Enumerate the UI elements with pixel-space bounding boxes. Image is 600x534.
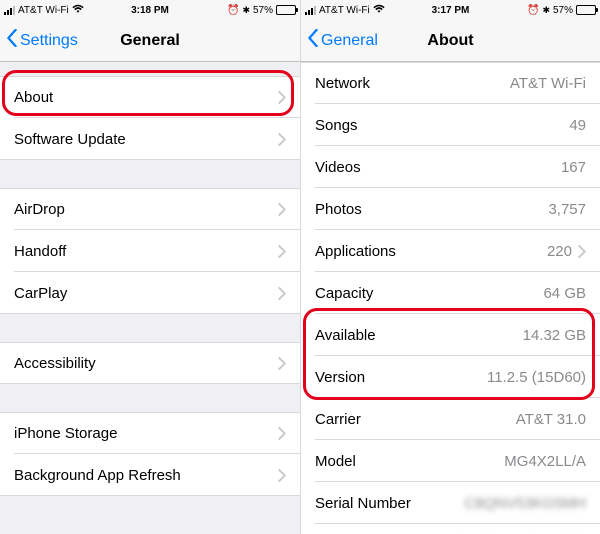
chevron-left-icon [307, 29, 319, 52]
row-label: Background App Refresh [14, 467, 272, 484]
carrier-text: AT&T Wi-Fi [319, 5, 370, 16]
carrier-text: AT&T Wi-Fi [18, 5, 69, 16]
row-value: MG4X2LL/A [504, 453, 586, 470]
row-label: Available [315, 327, 523, 344]
row-value: C8QNV53KG5MH [464, 495, 586, 512]
chevron-right-icon [278, 203, 286, 216]
row-value: 14.32 GB [523, 327, 586, 344]
row-about[interactable]: About [0, 76, 300, 118]
chevron-right-icon [278, 91, 286, 104]
row-background-app-refresh[interactable]: Background App Refresh [0, 454, 300, 496]
battery-pct: 57% [253, 5, 273, 16]
row-value: 167 [561, 159, 586, 176]
row-iphone-storage[interactable]: iPhone Storage [0, 412, 300, 454]
alarm-icon: ⏰ [227, 5, 239, 16]
bluetooth-icon: ✱ [542, 5, 550, 16]
row-label: CarPlay [14, 285, 272, 302]
row-value: 220 [547, 243, 572, 260]
row-version: Version 11.2.5 (15D60) [301, 356, 600, 398]
row-value: AT&T Wi-Fi [510, 75, 586, 92]
row-value: 11.2.5 (15D60) [487, 369, 586, 386]
back-label: General [321, 32, 378, 50]
row-label: Accessibility [14, 355, 272, 372]
row-carplay[interactable]: CarPlay [0, 272, 300, 314]
chevron-right-icon [278, 133, 286, 146]
row-capacity: Capacity 64 GB [301, 272, 600, 314]
row-applications[interactable]: Applications 220 [301, 230, 600, 272]
nav-bar: Settings General [0, 20, 300, 62]
row-label: Serial Number [315, 495, 464, 512]
row-label: AirDrop [14, 201, 272, 218]
row-wifi-address: Wi-Fi Address 64:76:BA:5C:2F:08 [301, 524, 600, 534]
row-label: Applications [315, 243, 547, 260]
about-list: Network AT&T Wi-Fi Songs 49 Videos 167 P… [301, 62, 600, 534]
row-songs: Songs 49 [301, 104, 600, 146]
chevron-right-icon [278, 245, 286, 258]
battery-icon [276, 5, 296, 15]
row-model: Model MG4X2LL/A [301, 440, 600, 482]
row-label: Handoff [14, 243, 272, 260]
row-label: Photos [315, 201, 548, 218]
chevron-right-icon [278, 287, 286, 300]
row-label: Videos [315, 159, 561, 176]
battery-pct: 57% [553, 5, 573, 16]
back-button[interactable]: General [307, 29, 378, 52]
chevron-right-icon [578, 245, 586, 258]
row-label: Model [315, 453, 504, 470]
row-label: Songs [315, 117, 569, 134]
row-label: Software Update [14, 131, 272, 148]
row-value: 49 [569, 117, 586, 134]
chevron-right-icon [278, 427, 286, 440]
row-value: 64 GB [543, 285, 586, 302]
row-available: Available 14.32 GB [301, 314, 600, 356]
back-button[interactable]: Settings [6, 29, 78, 52]
row-carrier: Carrier AT&T 31.0 [301, 398, 600, 440]
row-airdrop[interactable]: AirDrop [0, 188, 300, 230]
row-software-update[interactable]: Software Update [0, 118, 300, 160]
row-videos: Videos 167 [301, 146, 600, 188]
row-value: 3,757 [548, 201, 586, 218]
status-bar: AT&T Wi-Fi 3:18 PM ⏰ ✱ 57% [0, 0, 300, 20]
wifi-icon [373, 4, 385, 17]
phone-about-screen: AT&T Wi-Fi 3:17 PM ⏰ ✱ 57% General About… [300, 0, 600, 534]
chevron-left-icon [6, 29, 18, 52]
status-bar: AT&T Wi-Fi 3:17 PM ⏰ ✱ 57% [301, 0, 600, 20]
nav-bar: General About [301, 20, 600, 62]
alarm-icon: ⏰ [527, 5, 539, 16]
signal-bars-icon [4, 6, 15, 15]
chevron-right-icon [278, 469, 286, 482]
chevron-right-icon [278, 357, 286, 370]
signal-bars-icon [305, 6, 316, 15]
row-label: Version [315, 369, 487, 386]
row-label: Carrier [315, 411, 516, 428]
row-photos: Photos 3,757 [301, 188, 600, 230]
wifi-icon [72, 4, 84, 17]
battery-icon [576, 5, 596, 15]
back-label: Settings [20, 32, 78, 50]
general-list: About Software Update AirDrop Handoff Ca… [0, 62, 300, 524]
row-label: About [14, 89, 272, 106]
row-label: Network [315, 75, 510, 92]
row-serial: Serial Number C8QNV53KG5MH [301, 482, 600, 524]
row-handoff[interactable]: Handoff [0, 230, 300, 272]
row-label: Capacity [315, 285, 543, 302]
row-accessibility[interactable]: Accessibility [0, 342, 300, 384]
row-network: Network AT&T Wi-Fi [301, 62, 600, 104]
row-label: iPhone Storage [14, 425, 272, 442]
bluetooth-icon: ✱ [242, 5, 250, 16]
phone-general-screen: AT&T Wi-Fi 3:18 PM ⏰ ✱ 57% Settings Gene… [0, 0, 300, 534]
row-value: AT&T 31.0 [516, 411, 586, 428]
